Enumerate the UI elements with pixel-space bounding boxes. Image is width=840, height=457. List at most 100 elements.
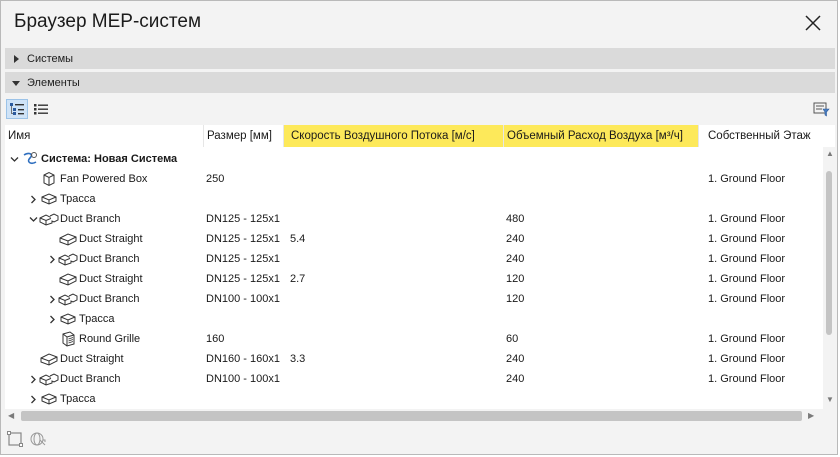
filter-settings-button[interactable]: [811, 99, 833, 119]
chevron-right-icon[interactable]: [46, 309, 58, 329]
scroll-left-arrow-icon[interactable]: ◀: [8, 411, 14, 420]
horizontal-scroll-thumb[interactable]: [21, 411, 802, 421]
column-header-flow[interactable]: Объемный Расход Воздуха [м³/ч]: [504, 125, 699, 147]
table-row[interactable]: Fan Powered Box 250 1. Ground Floor: [5, 169, 820, 189]
duct-branch-icon: [58, 290, 78, 308]
row-name-cell: Система: Новая Система: [8, 149, 177, 169]
duct-branch-icon: [58, 250, 78, 268]
select-area-button[interactable]: [7, 431, 23, 451]
show-in-3d-button[interactable]: [29, 431, 47, 451]
column-header-floor[interactable]: Собственный Этаж: [705, 125, 835, 147]
row-name-label: Duct Straight: [79, 233, 143, 245]
route-icon: [58, 310, 78, 328]
tree-view-button[interactable]: [6, 99, 28, 119]
chevron-right-icon[interactable]: [27, 389, 39, 409]
row-size-cell: 160: [206, 333, 225, 345]
row-name-cell: Duct Straight: [46, 229, 143, 249]
row-size-cell: DN125 - 125x1: [206, 213, 280, 225]
row-size-cell: DN100 - 100x1: [206, 373, 280, 385]
tree-view-icon: [10, 103, 24, 115]
row-floor-cell: 1. Ground Floor: [708, 173, 786, 185]
table-row[interactable]: Duct Straight DN125 - 125x1 2.7 120 1. Groun…: [5, 269, 820, 289]
row-name-label: Duct Branch: [60, 213, 121, 225]
elements-panel-header[interactable]: Элементы: [5, 72, 835, 93]
row-name-label: Duct Straight: [79, 273, 143, 285]
row-name-label: Duct Straight: [60, 353, 124, 365]
elements-toolbar: [5, 97, 835, 123]
chevron-right-icon[interactable]: [27, 369, 39, 389]
row-flow-cell: 120: [506, 273, 525, 285]
row-name-label: Duct Branch: [79, 293, 140, 305]
row-name-label: Round Grille: [79, 333, 141, 345]
vertical-scroll-thumb[interactable]: [826, 171, 832, 335]
row-floor-cell: 1. Ground Floor: [708, 333, 786, 345]
chevron-down-icon: [5, 79, 27, 87]
row-flow-cell: 240: [506, 253, 525, 265]
row-floor-cell: 1. Ground Floor: [708, 373, 786, 385]
table-row[interactable]: Round Grille 160 60 1. Ground Floor: [5, 329, 820, 349]
table-row[interactable]: Duct Branch DN125 - 125x1 240 1. Ground Flo…: [5, 249, 820, 269]
table-row[interactable]: Duct Straight DN125 - 125x1 5.4 240 1. Groun…: [5, 229, 820, 249]
horizontal-scrollbar[interactable]: ◀ ▶: [5, 409, 821, 423]
table-row[interactable]: Duct Straight DN160 - 160x1 3.3 240 1. Groun…: [5, 349, 820, 369]
chevron-down-icon[interactable]: [8, 149, 20, 169]
fan-box-icon: [39, 170, 59, 188]
row-size-cell: DN160 - 160x1: [206, 353, 280, 365]
row-name-cell: Duct Straight: [27, 349, 124, 369]
list-view-icon: [34, 104, 48, 115]
table-row[interactable]: Трасса: [5, 189, 820, 209]
row-velocity-cell: 2.7: [290, 273, 306, 285]
elements-panel-label: Элементы: [27, 76, 80, 89]
system-icon: [20, 150, 40, 168]
scroll-right-arrow-icon[interactable]: ▶: [808, 411, 814, 420]
table-row[interactable]: Duct Branch DN125 - 125x1 480 1. Ground Flo…: [5, 209, 820, 229]
table-row[interactable]: Трасса: [5, 389, 820, 409]
elements-grid: Имя Размер [мм] Скорость Воздушного Пото…: [5, 125, 835, 409]
row-name-label: Трасса: [79, 313, 115, 325]
row-name-cell: Duct Branch: [27, 209, 121, 229]
vertical-scrollbar[interactable]: ▲ ▼: [823, 147, 835, 409]
row-floor-cell: 1. Ground Floor: [708, 353, 786, 365]
route-icon: [39, 390, 59, 408]
table-row[interactable]: Duct Branch DN100 - 100x1 120 1. Ground Flo…: [5, 289, 820, 309]
row-flow-cell: 240: [506, 373, 525, 385]
column-header-row: Имя Размер [мм] Скорость Воздушного Пото…: [5, 125, 835, 147]
row-flow-cell: 120: [506, 293, 525, 305]
row-floor-cell: 1. Ground Floor: [708, 253, 786, 265]
row-flow-cell: 480: [506, 213, 525, 225]
table-row[interactable]: Duct Branch DN100 - 100x1 240 1. Ground Flo…: [5, 369, 820, 389]
scroll-down-arrow-icon[interactable]: ▼: [826, 395, 834, 404]
duct-straight-icon: [58, 230, 78, 248]
chevron-right-icon[interactable]: [27, 189, 39, 209]
column-header-name[interactable]: Имя: [5, 125, 204, 147]
close-icon: [805, 15, 821, 31]
select-area-icon: [7, 431, 23, 447]
list-view-button[interactable]: [30, 99, 52, 119]
chevron-right-icon[interactable]: [46, 249, 58, 269]
table-row[interactable]: Трасса: [5, 309, 820, 329]
systems-panel-label: Системы: [27, 52, 74, 65]
close-button[interactable]: [799, 9, 827, 37]
row-flow-cell: 60: [506, 333, 519, 345]
chevron-right-icon[interactable]: [46, 289, 58, 309]
titlebar: Браузер MEP-систем: [1, 1, 837, 45]
window-title: Браузер MEP-систем: [14, 11, 202, 32]
row-flow-cell: 240: [506, 353, 525, 365]
column-header-size[interactable]: Размер [мм]: [204, 125, 284, 147]
chevron-down-icon[interactable]: [27, 209, 39, 229]
systems-panel-header[interactable]: Системы: [5, 48, 835, 69]
show-in-3d-icon: [30, 432, 46, 446]
scroll-up-arrow-icon[interactable]: ▲: [826, 149, 834, 158]
row-name-label: Система: Новая Система: [41, 153, 178, 165]
tree-rows: Система: Новая Система Fan Powered Box 250…: [5, 149, 820, 409]
row-size-cell: DN125 - 125x1: [206, 253, 280, 265]
row-name-cell: Duct Straight: [46, 269, 143, 289]
route-icon: [39, 190, 59, 208]
row-size-cell: DN125 - 125x1: [206, 233, 280, 245]
row-name-cell: Round Grille: [46, 329, 140, 349]
column-header-velocity[interactable]: Скорость Воздушного Потока [м/с]: [284, 125, 504, 147]
row-name-label: Трасса: [60, 393, 96, 405]
table-row[interactable]: Система: Новая Система: [5, 149, 820, 169]
